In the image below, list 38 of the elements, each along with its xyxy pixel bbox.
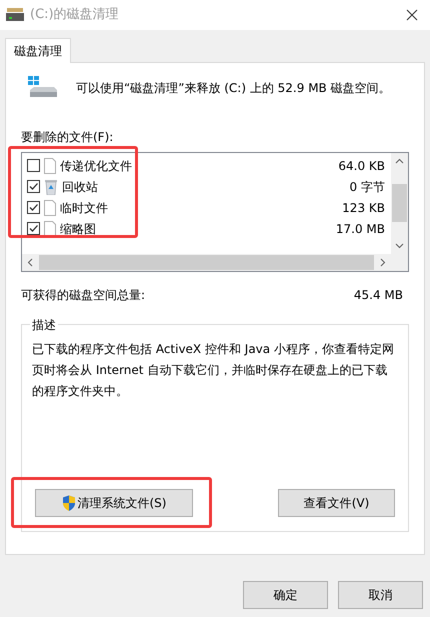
file-icon bbox=[44, 220, 56, 236]
file-icon bbox=[44, 158, 56, 174]
group-title: 描述 bbox=[30, 316, 58, 334]
drive-icon bbox=[28, 76, 58, 100]
window-title: (C:)的磁盘清理 bbox=[30, 6, 119, 24]
file-name: 传递优化文件 bbox=[60, 158, 132, 174]
description-text: 已下载的程序文件包括 ActiveX 控件和 Java 小程序，你查看特定网页时将会从 Internet 自动下载它们，并临时保存在硬盘上的已下载的程序文件夹中。 bbox=[32, 341, 395, 400]
file-row[interactable]: 缩略图 17.0 MB bbox=[22, 218, 391, 239]
file-row[interactable]: 回收站 0 字节 bbox=[22, 176, 391, 197]
shield-icon bbox=[62, 495, 76, 511]
file-name: 回收站 bbox=[62, 178, 98, 196]
total-value: 45.4 MB bbox=[354, 287, 403, 304]
file-size: 17.0 MB bbox=[336, 220, 385, 238]
action-button[interactable]: 清理系统文件(S) bbox=[35, 489, 193, 517]
file-size: 0 字节 bbox=[350, 178, 385, 196]
file-row[interactable]: 传递优化文件 64.0 KB bbox=[22, 155, 391, 176]
dialog-button[interactable]: 取消 bbox=[338, 581, 423, 609]
file-name: 缩略图 bbox=[60, 220, 96, 238]
checkbox[interactable] bbox=[27, 159, 40, 172]
file-name: 临时文件 bbox=[60, 200, 108, 216]
checkbox[interactable] bbox=[27, 180, 40, 193]
action-button[interactable]: 查看文件(V) bbox=[278, 489, 395, 517]
dialog-button[interactable]: 确定 bbox=[243, 581, 328, 609]
summary-text: 可以使用“磁盘清理”来释放 (C:) 上的 52.9 MB 磁盘空间。 bbox=[76, 80, 391, 97]
drive-icon bbox=[6, 8, 24, 22]
files-label: 要删除的文件(F): bbox=[21, 129, 114, 146]
checkbox[interactable] bbox=[27, 222, 40, 235]
checkbox[interactable] bbox=[27, 201, 40, 214]
file-row[interactable]: 临时文件 123 KB bbox=[22, 197, 391, 218]
close-icon[interactable] bbox=[406, 9, 418, 21]
tab[interactable]: 磁盘清理 bbox=[5, 38, 71, 63]
vertical-scrollbar[interactable] bbox=[391, 153, 408, 254]
total-label: 可获得的磁盘空间总量: bbox=[21, 287, 146, 304]
file-size: 64.0 KB bbox=[338, 158, 385, 174]
file-icon bbox=[44, 200, 56, 216]
recycle-bin-icon bbox=[44, 178, 58, 194]
horizontal-scrollbar[interactable] bbox=[22, 254, 408, 271]
file-size: 123 KB bbox=[342, 200, 385, 216]
